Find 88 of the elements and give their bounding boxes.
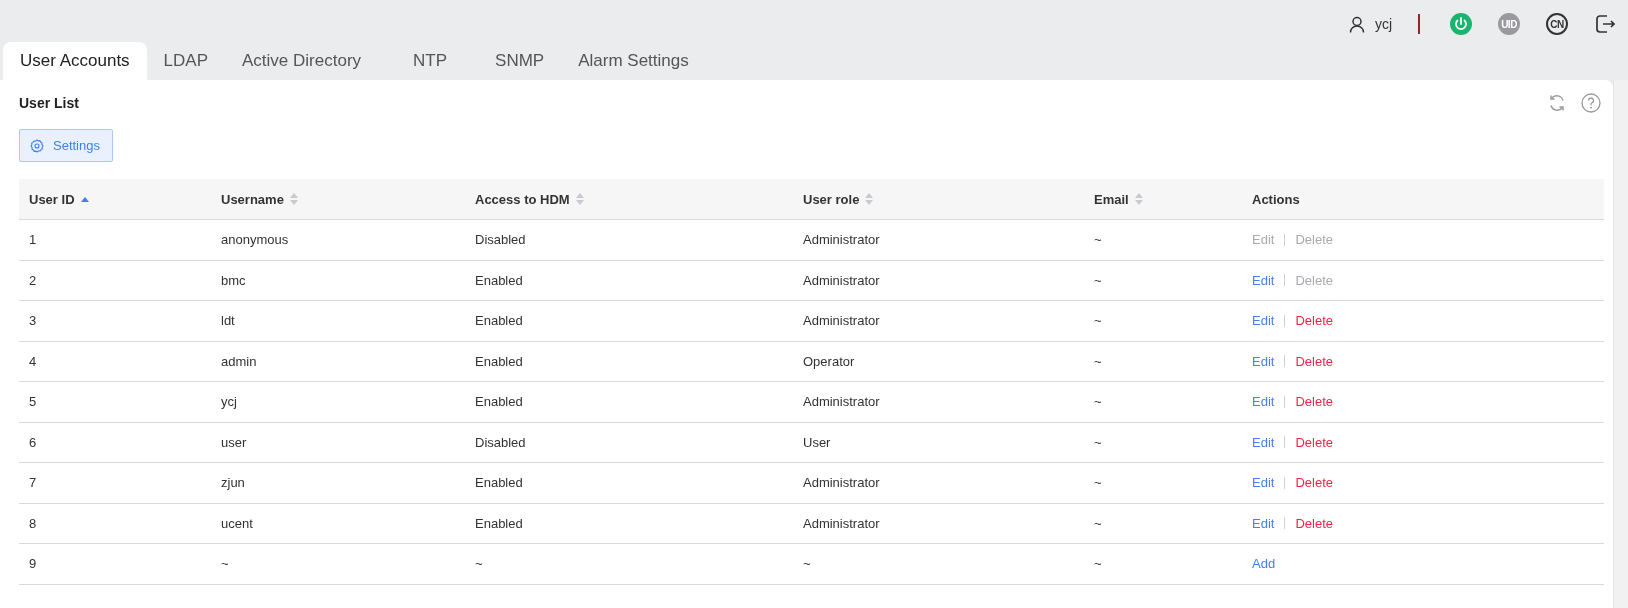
delete-link[interactable]: Delete (1295, 515, 1333, 531)
table-cell: 3 (29, 313, 37, 329)
table-cell: Administrator (803, 313, 880, 329)
table-cell: 6 (29, 434, 37, 450)
table-cell: 2 (29, 272, 37, 288)
edit-link[interactable]: Edit (1252, 272, 1275, 288)
table-cell: Enabled (475, 272, 523, 288)
settings-icon (30, 138, 44, 153)
sort-icon[interactable] (865, 193, 874, 205)
table-cell: 7 (29, 475, 37, 491)
table-cell: admin (221, 353, 257, 369)
user-icon (1348, 15, 1365, 33)
table-cell: Administrator (803, 232, 880, 248)
table-cell: Operator (803, 353, 855, 369)
table-cell: Administrator (803, 394, 880, 410)
tab[interactable]: NTP (396, 42, 465, 80)
column-header: Actions (1252, 191, 1300, 207)
table-cell: ~ (1094, 313, 1102, 329)
table-cell: Disabled (475, 434, 526, 450)
edit-link[interactable]: Edit (1252, 394, 1275, 410)
table-cell: anonymous (221, 232, 289, 248)
tab[interactable]: User Accounts (3, 42, 147, 80)
table-cell: ~ (475, 556, 483, 572)
column-header: User role (803, 191, 860, 207)
table-cell: ucent (221, 515, 253, 531)
table-cell: ~ (1094, 475, 1102, 491)
edit-link[interactable]: Edit (1252, 515, 1275, 531)
table-cell: bmc (221, 272, 246, 288)
table-cell: user (221, 434, 247, 450)
delete-link[interactable]: Delete (1295, 313, 1333, 329)
sort-icon[interactable] (289, 193, 298, 205)
scrollbar[interactable] (1613, 80, 1628, 608)
table-cell: 8 (29, 515, 37, 531)
tab[interactable]: SNMP (478, 42, 562, 80)
table-cell: Enabled (475, 394, 523, 410)
table-cell: ycj (221, 394, 237, 410)
delete-link[interactable]: Delete (1295, 394, 1333, 410)
delete-link[interactable]: Delete (1295, 434, 1333, 450)
table-cell: ~ (1094, 556, 1102, 572)
table-cell: Administrator (803, 272, 880, 288)
table-cell: ~ (1094, 394, 1102, 410)
table-cell: 5 (29, 394, 37, 410)
table-cell: ~ (1094, 515, 1102, 531)
table-cell: ldt (221, 313, 235, 329)
username: ycj (1374, 16, 1392, 32)
table-cell: User (803, 434, 831, 450)
table-cell: Enabled (475, 515, 523, 531)
table-cell: ~ (221, 556, 229, 572)
logout-icon[interactable] (1594, 13, 1616, 35)
edit-link[interactable]: Edit (1252, 313, 1275, 329)
table-cell: Disabled (475, 232, 526, 248)
sort-icon[interactable] (1134, 193, 1143, 205)
table-cell: ~ (1094, 434, 1102, 450)
table-cell: Enabled (475, 313, 523, 329)
table-cell: ~ (803, 556, 811, 572)
table-cell: Administrator (803, 515, 880, 531)
table-cell: Administrator (803, 475, 880, 491)
table-cell: ~ (1094, 353, 1102, 369)
tab[interactable]: Active Directory (225, 42, 379, 80)
table-cell: zjun (221, 475, 245, 491)
table-cell: 9 (29, 556, 37, 572)
column-header: Access to HDM (475, 191, 570, 207)
settings-button[interactable]: Settings (19, 129, 113, 162)
sort-ascending-icon[interactable] (80, 196, 89, 202)
panel-title: User List (19, 95, 79, 111)
table-cell: ~ (1094, 232, 1102, 248)
table-cell: Enabled (475, 353, 523, 369)
column-header: Email (1094, 191, 1129, 207)
power-icon[interactable] (1450, 13, 1472, 35)
edit-link[interactable]: Edit (1252, 434, 1275, 450)
table-cell: 1 (29, 232, 37, 248)
help-icon[interactable] (1581, 93, 1601, 113)
delete-link[interactable]: Delete (1295, 475, 1333, 491)
language-button[interactable]: CN (1546, 13, 1568, 35)
table-cell: 4 (29, 353, 37, 369)
delete-link[interactable]: Delete (1295, 353, 1333, 369)
add-link[interactable]: Add (1252, 556, 1276, 572)
edit-link[interactable]: Edit (1252, 353, 1275, 369)
edit-link[interactable]: Edit (1252, 475, 1275, 491)
tab[interactable]: Alarm Settings (561, 42, 706, 80)
table-cell: ~ (1094, 272, 1102, 288)
sort-icon[interactable] (575, 193, 584, 205)
table-cell: Enabled (475, 475, 523, 491)
tab[interactable]: LDAP (146, 42, 226, 80)
column-header: User ID (29, 191, 75, 207)
column-header: Username (221, 191, 284, 207)
uid-button[interactable]: UID (1498, 13, 1520, 35)
refresh-icon[interactable] (1547, 93, 1567, 113)
